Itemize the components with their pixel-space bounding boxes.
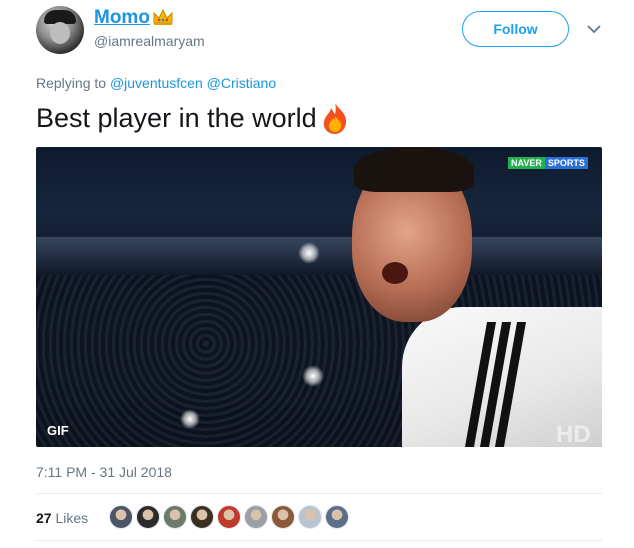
liker-avatar[interactable] (217, 505, 241, 529)
logo-sports: SPORTS (544, 157, 588, 169)
liker-avatar[interactable] (244, 505, 268, 529)
tweet-timestamp[interactable]: 7:11 PM - 31 Jul 2018 (36, 464, 172, 480)
hd-watermark: HD (556, 421, 591, 447)
liker-avatar[interactable] (190, 505, 214, 529)
reply-prefix: Replying to (36, 75, 107, 91)
avatar[interactable] (36, 6, 84, 54)
logo-naver: NAVER (508, 157, 545, 169)
liker-avatar[interactable] (109, 505, 133, 529)
liker-avatar[interactable] (298, 505, 322, 529)
liker-avatar[interactable] (271, 505, 295, 529)
player-hair (354, 147, 474, 192)
tweet-card: Momo @iamrealmaryam Follow Replying to @… (0, 0, 634, 548)
likes-count[interactable]: 27 Likes (36, 510, 88, 526)
divider (36, 540, 602, 541)
gif-badge: GIF (47, 423, 69, 438)
fire-icon (323, 103, 346, 134)
reply-context: Replying to @juventusfcen @Cristiano (36, 75, 276, 91)
broadcaster-logo: NAVER SPORTS (508, 157, 588, 169)
gif-media[interactable]: NAVER SPORTS GIF HD (36, 147, 602, 447)
liker-avatar[interactable] (136, 505, 160, 529)
user-handle[interactable]: @iamrealmaryam (94, 33, 205, 49)
user-name[interactable]: Momo (94, 7, 150, 29)
chevron-down-icon[interactable] (587, 24, 601, 34)
liker-avatars (109, 505, 349, 529)
stadium-light (180, 409, 200, 429)
divider (36, 493, 602, 494)
likes-label: Likes (55, 510, 89, 526)
stadium-light (298, 242, 320, 264)
tweet-text: Best player in the world (36, 101, 351, 135)
tweet-body: Best player in the world (36, 102, 317, 133)
likes-number: 27 (36, 510, 52, 526)
mention-link[interactable]: @juventusfcen (110, 75, 203, 91)
liker-avatar[interactable] (325, 505, 349, 529)
mention-link[interactable]: @Cristiano (207, 75, 276, 91)
follow-button[interactable]: Follow (462, 11, 569, 47)
user-name-link[interactable]: Momo (94, 7, 174, 29)
stadium-light (302, 365, 324, 387)
liker-avatar[interactable] (163, 505, 187, 529)
crown-icon (153, 8, 173, 25)
player-mouth (382, 262, 408, 284)
avatar-face (50, 22, 70, 44)
